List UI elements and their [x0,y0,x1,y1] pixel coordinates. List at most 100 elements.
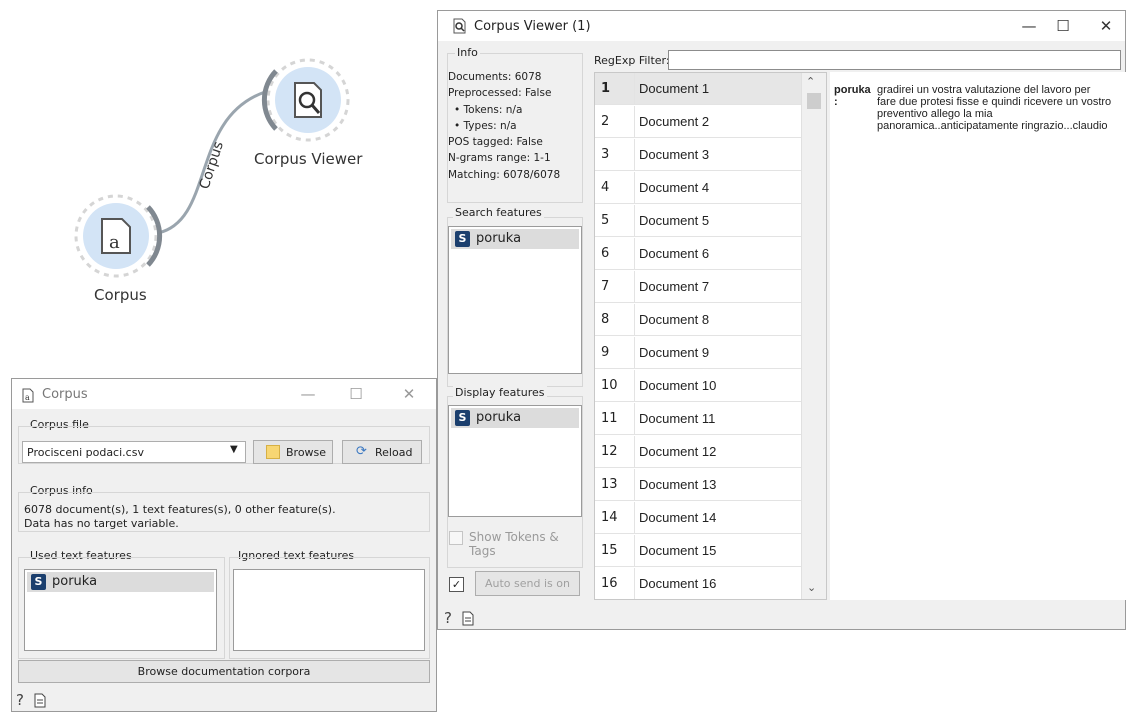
document-row[interactable]: 16 Document 16 [595,568,801,599]
corpus-help-icon[interactable]: ? [16,691,24,709]
document-row[interactable]: 7 Document 7 [595,271,801,304]
corpus-minimize-button[interactable]: — [297,383,319,405]
document-row-name: Document 11 [635,403,801,435]
document-row-name: Document 9 [635,337,801,369]
document-row-name: Document 8 [635,304,801,336]
document-row[interactable]: 3 Document 3 [595,139,801,172]
document-table[interactable]: 1 Document 1 2 Document 2 3 Document 3 4 Docume… [594,72,827,600]
auto-send-checkbox[interactable]: ✓ [449,577,464,592]
info-tokens: • Tokens: n/a [454,103,523,116]
corpus-report-icon[interactable] [34,693,46,708]
document-row-name: Document 16 [635,568,801,599]
corpus-title-icon: a [22,388,34,403]
detail-field-name: poruka : [834,84,871,108]
corpus-info-line-2: Data has no target variable. [24,517,179,530]
document-row[interactable]: 10 Document 10 [595,370,801,403]
string-variable-icon: S [455,231,470,247]
viewer-titlebar[interactable]: Corpus Viewer (1) — ☐ ✕ [438,11,1125,41]
auto-send-button[interactable]: Auto send is on [475,571,580,596]
search-feature-item[interactable]: S poruka [451,229,579,249]
viewer-node-label: Corpus Viewer [254,150,363,168]
maximize-button[interactable]: ☐ [1052,15,1074,37]
string-variable-icon: S [455,410,470,426]
document-row[interactable]: 11 Document 11 [595,403,801,436]
corpus-window: a Corpus — ☐ ✕ Corpus file Procisceni po… [11,378,437,712]
display-feature-label: poruka [476,410,522,425]
document-row[interactable]: 8 Document 8 [595,304,801,337]
document-row-name: Document 15 [635,535,801,567]
regexp-filter-input[interactable] [668,50,1121,70]
corpus-file-value: Procisceni podaci.csv [27,446,144,459]
document-row[interactable]: 9 Document 9 [595,337,801,370]
info-lines: Documents: 6078 Preprocessed: False • To… [448,69,560,183]
document-row-number: 6 [595,238,635,270]
chevron-down-icon: ▼ [230,444,238,455]
show-tokens-checkbox[interactable] [449,531,463,545]
document-a-icon: a [101,218,131,254]
search-features-list[interactable]: S poruka [448,226,582,374]
show-tokens-label: Show Tokens & Tags [469,530,559,558]
document-row[interactable]: 15 Document 15 [595,535,801,568]
info-heading: Info [455,46,480,59]
scroll-thumb[interactable] [807,93,821,109]
corpus-file-select[interactable]: Procisceni podaci.csv ▼ [22,441,246,463]
close-button[interactable]: ✕ [1095,15,1117,37]
document-scrollbar[interactable]: ⌃ ⌄ [801,73,826,599]
canvas-links: a Corpus [74,58,350,278]
document-row-number: 13 [595,469,635,501]
info-ngrams: N-grams range: 1-1 [448,152,551,165]
reload-button[interactable]: ⟳ Reload [342,440,422,464]
document-row-name: Document 4 [635,172,801,204]
corpus-viewer-window: Corpus Viewer (1) — ☐ ✕ Info Documents: … [437,10,1126,630]
document-row-name: Document 10 [635,370,801,402]
document-row-number: 16 [595,568,635,599]
reload-label: Reload [375,446,413,459]
used-feature-item[interactable]: S poruka [27,572,214,592]
corpus-close-button[interactable]: ✕ [398,383,420,405]
document-row-number: 14 [595,502,635,534]
corpus-titlebar[interactable]: a Corpus — ☐ ✕ [12,379,436,409]
info-types: • Types: n/a [454,119,517,132]
scroll-down-arrow-icon[interactable]: ⌄ [807,581,816,594]
viewer-title-icon [453,18,466,34]
search-feature-label: poruka [476,231,522,246]
string-variable-icon: S [31,574,46,590]
scroll-up-arrow-icon[interactable]: ⌃ [806,75,815,88]
document-row[interactable]: 12 Document 12 [595,436,801,469]
document-row-number: 12 [595,436,635,468]
document-search-icon [294,82,322,118]
corpus-info-line-1: 6078 document(s), 1 text features(s), 0 … [24,503,336,516]
document-row-name: Document 13 [635,469,801,501]
document-row-number: 7 [595,271,635,303]
document-row[interactable]: 5 Document 5 [595,205,801,238]
document-row[interactable]: 2 Document 2 [595,106,801,139]
display-feature-item[interactable]: S poruka [451,408,579,428]
used-feature-label: poruka [52,574,98,589]
svg-text:a: a [109,232,120,253]
document-row[interactable]: 1 Document 1 [595,73,801,106]
document-row-number: 3 [595,139,635,171]
corpus-maximize-button[interactable]: ☐ [345,383,367,405]
report-icon[interactable] [462,611,474,626]
link-label: Corpus [197,140,227,192]
browse-documentation-button[interactable]: Browse documentation corpora [18,660,430,683]
minimize-button[interactable]: — [1018,15,1040,37]
document-row-number: 4 [595,172,635,204]
document-row-number: 5 [595,205,635,237]
document-row[interactable]: 4 Document 4 [595,172,801,205]
info-matching: Matching: 6078/6078 [448,168,561,181]
document-row[interactable]: 13 Document 13 [595,469,801,502]
detail-field-text: gradirei un vostra valutazione del lavor… [877,84,1112,132]
browse-button[interactable]: Browse [253,440,333,464]
document-row[interactable]: 6 Document 6 [595,238,801,271]
display-features-label: Display features [453,386,547,399]
display-features-list[interactable]: S poruka [448,405,582,517]
corpus-node-label: Corpus [94,286,147,304]
help-icon[interactable]: ? [444,609,452,627]
document-row-name: Document 6 [635,238,801,270]
ignored-features-list[interactable] [233,569,425,651]
corpus-title: Corpus [42,387,88,402]
folder-icon [266,445,280,459]
used-features-list[interactable]: S poruka [24,569,217,651]
document-row[interactable]: 14 Document 14 [595,502,801,535]
